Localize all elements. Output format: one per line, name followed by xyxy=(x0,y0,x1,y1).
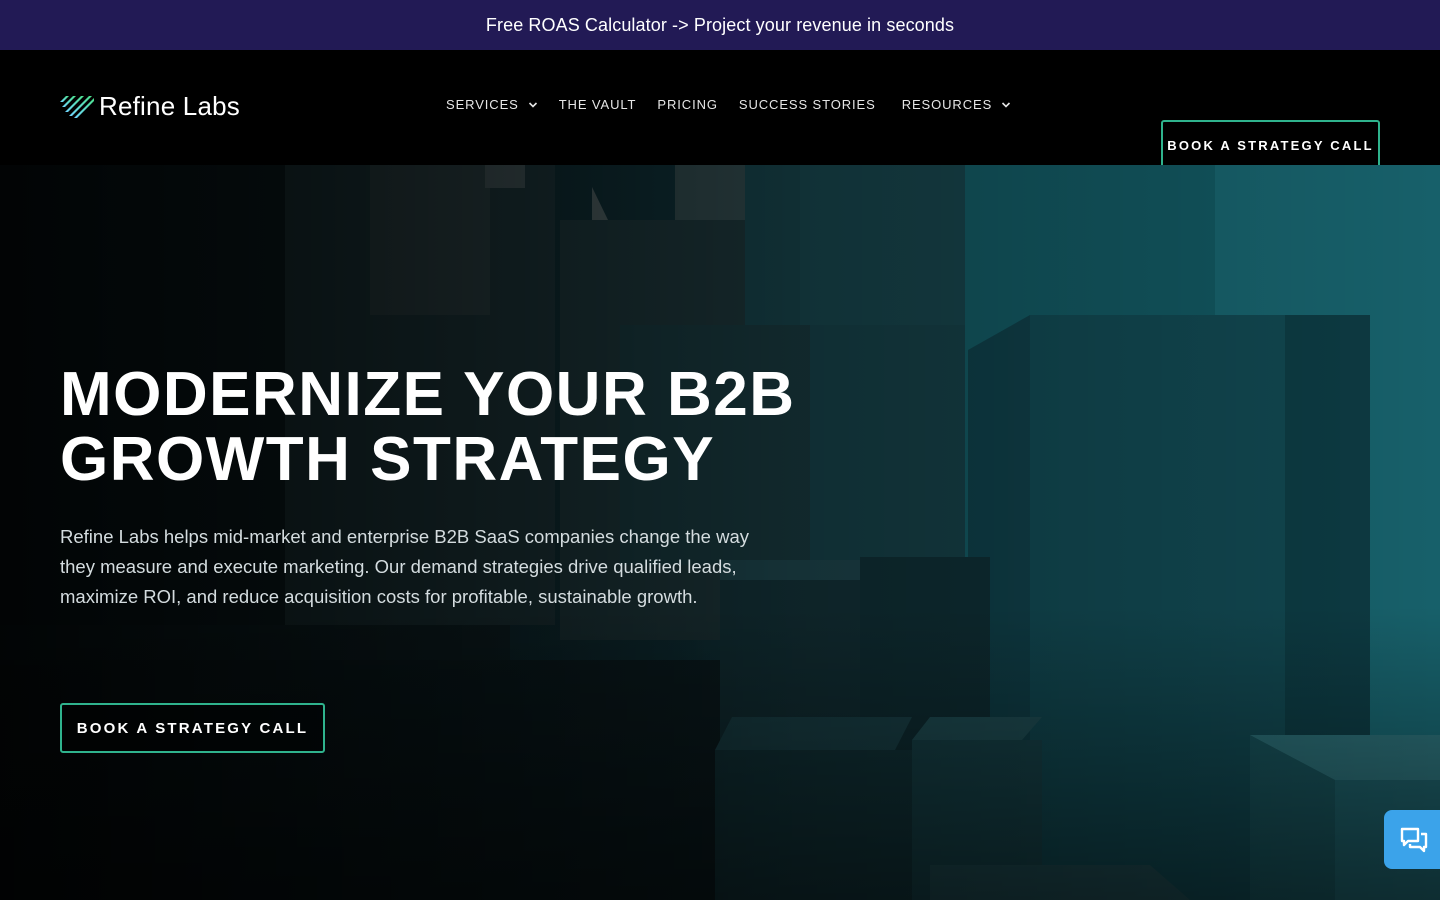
nav-resources-label: RESOURCES xyxy=(901,97,993,112)
book-strategy-call-button-header[interactable]: BOOK A STRATEGY CALL xyxy=(1161,120,1380,170)
book-strategy-call-button-hero[interactable]: BOOK A STRATEGY CALL xyxy=(60,703,325,753)
chat-launcher-button[interactable] xyxy=(1384,810,1440,869)
chat-bubbles-icon xyxy=(1400,827,1428,852)
logo-stripes-icon xyxy=(60,95,94,118)
hero-section: MODERNIZE YOUR B2B GROWTH STRATEGY Refin… xyxy=(0,165,1440,900)
nav-success-stories[interactable]: SUCCESS STORIES xyxy=(739,97,876,112)
nav-resources[interactable]: RESOURCES xyxy=(902,97,1011,112)
nav-pricing[interactable]: PRICING xyxy=(657,97,717,112)
nav-the-vault[interactable]: THE VAULT xyxy=(559,97,637,112)
announcement-bar[interactable]: Free ROAS Calculator -> Project your rev… xyxy=(0,0,1440,50)
nav-services[interactable]: SERVICES xyxy=(446,97,538,112)
nav-services-label: SERVICES xyxy=(446,97,519,112)
hero-title: MODERNIZE YOUR B2B GROWTH STRATEGY xyxy=(60,362,860,492)
hero-title-line-1: MODERNIZE YOUR B2B xyxy=(60,360,796,429)
main-nav: SERVICES THE VAULT PRICING SUCCESS STORI… xyxy=(446,97,1032,112)
hero-description: Refine Labs helps mid-market and enterpr… xyxy=(60,526,749,607)
site-header: Refine Labs SERVICES THE VAULT PRICING S… xyxy=(0,50,1440,170)
logo-text: Refine Labs xyxy=(99,91,240,121)
logo[interactable]: Refine Labs xyxy=(60,91,240,122)
hero-title-line-2: GROWTH STRATEGY xyxy=(60,425,716,494)
chevron-down-icon xyxy=(1002,101,1011,108)
chevron-down-icon xyxy=(528,101,537,108)
